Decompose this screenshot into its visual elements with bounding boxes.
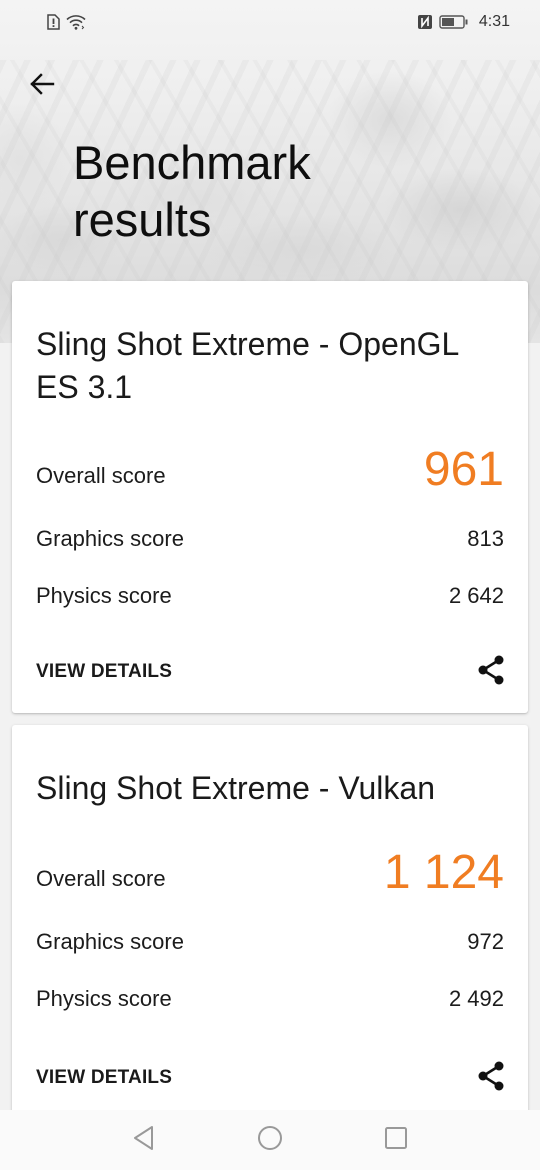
- card-title: Sling Shot Extreme - OpenGL ES 3.1: [36, 326, 459, 405]
- wifi-icon: [66, 14, 86, 30]
- recents-square-icon: [384, 1126, 408, 1155]
- system-nav-bar: [0, 1110, 540, 1170]
- overall-score-label: Overall score: [36, 866, 166, 891]
- sim-alert-icon: [46, 14, 60, 30]
- home-circle-icon: [257, 1125, 283, 1156]
- graphics-score-value: 813: [467, 526, 504, 551]
- view-details-button[interactable]: VIEW DETAILS: [36, 661, 172, 683]
- overall-score-row: Overall score 1 124: [36, 849, 504, 897]
- physics-score-label: Physics score: [36, 583, 172, 608]
- card-title: Sling Shot Extreme - Vulkan: [36, 770, 435, 806]
- overall-score-value: 961: [423, 443, 504, 496]
- battery-icon: [439, 14, 469, 30]
- result-card-vulkan: Sling Shot Extreme - Vulkan Overall scor…: [12, 725, 528, 1125]
- graphics-score-label: Graphics score: [36, 929, 184, 954]
- clock: 4:31: [478, 13, 510, 30]
- nfc-icon: [417, 14, 433, 30]
- result-card-opengl: Sling Shot Extreme - OpenGL ES 3.1 Overa…: [12, 281, 528, 713]
- status-bar: 4:31: [0, 0, 540, 44]
- overall-score-row: Overall score 961: [36, 446, 504, 494]
- physics-score-value: 2 492: [448, 986, 504, 1011]
- share-icon: [476, 1060, 506, 1097]
- overall-score-value: 1 124: [383, 846, 504, 899]
- back-triangle-icon: [132, 1125, 156, 1156]
- graphics-score-row: Graphics score 813: [36, 526, 504, 552]
- physics-score-row: Physics score 2 492: [36, 986, 504, 1012]
- nav-home-button[interactable]: [255, 1125, 285, 1155]
- card-actions: VIEW DETAILS: [36, 1061, 504, 1095]
- share-icon: [476, 654, 506, 691]
- page-title: Benchmark results: [73, 136, 311, 246]
- share-button[interactable]: [474, 655, 508, 689]
- graphics-score-value: 972: [467, 929, 504, 954]
- graphics-score-label: Graphics score: [36, 526, 184, 551]
- physics-score-value: 2 642: [448, 583, 504, 608]
- physics-score-row: Physics score 2 642: [36, 583, 504, 609]
- back-button[interactable]: [26, 70, 58, 102]
- nav-recents-button[interactable]: [381, 1125, 411, 1155]
- overall-score-label: Overall score: [36, 463, 166, 488]
- share-button[interactable]: [474, 1061, 508, 1095]
- arrow-left-icon: [29, 72, 55, 101]
- nav-back-button[interactable]: [129, 1125, 159, 1155]
- card-actions: VIEW DETAILS: [36, 655, 504, 689]
- physics-score-label: Physics score: [36, 986, 172, 1011]
- view-details-button[interactable]: VIEW DETAILS: [36, 1067, 172, 1089]
- graphics-score-row: Graphics score 972: [36, 929, 504, 955]
